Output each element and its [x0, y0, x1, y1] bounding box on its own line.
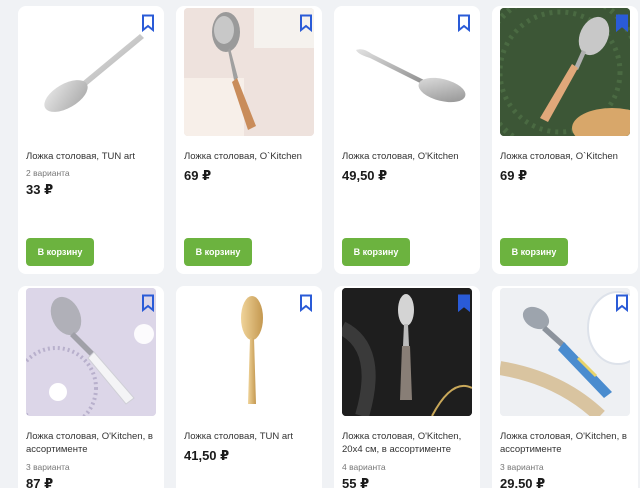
- product-title[interactable]: Ложка столовая, O'Kitchen, в ассортимент…: [500, 430, 632, 456]
- product-variants: 2 варианта: [26, 168, 70, 178]
- product-image[interactable]: [342, 8, 472, 136]
- product-card[interactable]: Ложка столовая, O`Kitchen 69 ₽ В корзину: [492, 6, 638, 274]
- product-card[interactable]: Ложка столовая, TUN art 41,50 ₽: [176, 286, 322, 488]
- product-variants: 3 варианта: [26, 462, 70, 472]
- product-image[interactable]: [26, 8, 156, 136]
- product-card[interactable]: Ложка столовая, O'Kitchen 49,50 ₽ В корз…: [334, 6, 480, 274]
- add-to-cart-button[interactable]: В корзину: [342, 238, 410, 266]
- product-price: 69 ₽: [184, 168, 212, 183]
- product-image[interactable]: [500, 288, 630, 416]
- bookmark-icon[interactable]: [456, 294, 472, 313]
- product-price: 49,50 ₽: [342, 168, 388, 183]
- product-card[interactable]: Ложка столовая, O'Kitchen, в ассортимент…: [18, 286, 164, 488]
- product-card[interactable]: Ложка столовая, TUN art 2 варианта 33 ₽ …: [18, 6, 164, 274]
- bookmark-icon[interactable]: [140, 294, 156, 313]
- add-to-cart-button[interactable]: В корзину: [26, 238, 94, 266]
- product-price: 55 ₽: [342, 476, 370, 488]
- bookmark-icon[interactable]: [614, 14, 630, 33]
- product-image[interactable]: [184, 8, 314, 136]
- product-image[interactable]: [184, 288, 314, 416]
- product-card[interactable]: Ложка столовая, O'Kitchen, в ассортимент…: [492, 286, 638, 488]
- add-to-cart-button[interactable]: В корзину: [500, 238, 568, 266]
- product-title[interactable]: Ложка столовая, TUN art: [184, 430, 316, 443]
- product-title[interactable]: Ложка столовая, TUN art: [26, 150, 158, 163]
- bookmark-icon[interactable]: [298, 14, 314, 33]
- product-price: 29,50 ₽: [500, 476, 546, 488]
- product-title[interactable]: Ложка столовая, O'Kitchen, 20х4 см, в ас…: [342, 430, 474, 456]
- product-variants: 4 варианта: [342, 462, 386, 472]
- bookmark-icon[interactable]: [614, 294, 630, 313]
- product-price: 87 ₽: [26, 476, 54, 488]
- add-to-cart-button[interactable]: В корзину: [184, 238, 252, 266]
- product-title[interactable]: Ложка столовая, O`Kitchen: [500, 150, 632, 163]
- bookmark-icon[interactable]: [298, 294, 314, 313]
- product-title[interactable]: Ложка столовая, O`Kitchen: [184, 150, 316, 163]
- product-title[interactable]: Ложка столовая, O'Kitchen: [342, 150, 474, 163]
- product-price: 69 ₽: [500, 168, 528, 183]
- product-title[interactable]: Ложка столовая, O'Kitchen, в ассортимент…: [26, 430, 158, 456]
- bookmark-icon[interactable]: [456, 14, 472, 33]
- product-card[interactable]: Ложка столовая, O`Kitchen 69 ₽ В корзину: [176, 6, 322, 274]
- product-image[interactable]: [26, 288, 156, 416]
- product-card[interactable]: Ложка столовая, O'Kitchen, 20х4 см, в ас…: [334, 286, 480, 488]
- product-image[interactable]: [500, 8, 630, 136]
- product-price: 33 ₽: [26, 182, 54, 197]
- bookmark-icon[interactable]: [140, 14, 156, 33]
- product-price: 41,50 ₽: [184, 448, 230, 463]
- product-image[interactable]: [342, 288, 472, 416]
- product-variants: 3 варианта: [500, 462, 544, 472]
